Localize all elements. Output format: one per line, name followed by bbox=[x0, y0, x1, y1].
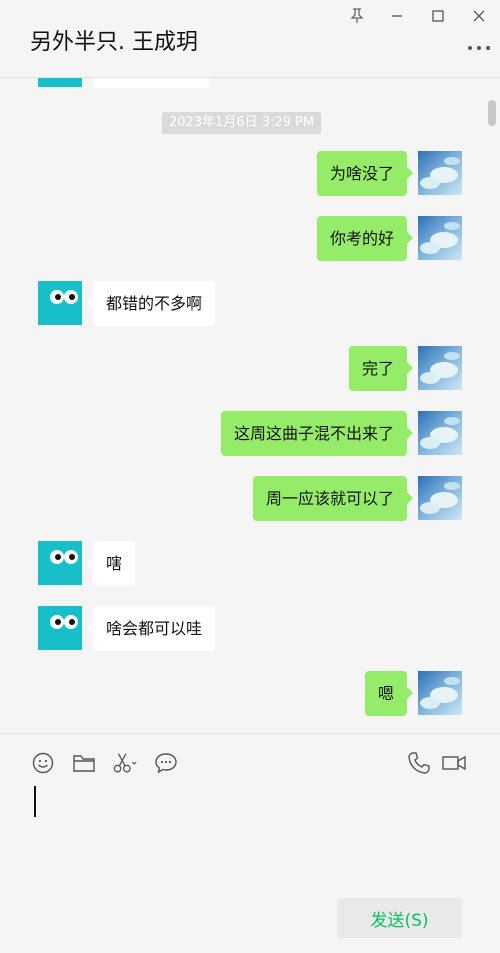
self-avatar[interactable] bbox=[418, 216, 462, 260]
message-bubble-self[interactable]: 这周这曲子混不出来了 bbox=[220, 411, 414, 456]
contact-avatar[interactable] bbox=[38, 281, 82, 325]
message-list[interactable]: 2023年1月6日 3:29 PM 为啥没了 你考的好 都错的不多啊 完了 这周… bbox=[0, 78, 500, 733]
emoji-icon[interactable] bbox=[30, 750, 56, 776]
folder-icon[interactable] bbox=[71, 750, 97, 776]
message-row: 周一应该就可以了 bbox=[0, 476, 500, 521]
minimize-icon[interactable] bbox=[383, 4, 411, 28]
message-bubble-self[interactable]: 周一应该就可以了 bbox=[252, 476, 414, 521]
chat-header: 另外半只. 王成玥 bbox=[0, 0, 500, 78]
message-row: 啥会都可以哇 bbox=[0, 606, 500, 651]
message-row: 嗯 bbox=[0, 671, 500, 716]
video-icon[interactable] bbox=[441, 750, 467, 776]
message-row: 嗐 bbox=[0, 541, 500, 586]
text-caret bbox=[34, 786, 36, 817]
chat-title: 另外半只. 王成玥 bbox=[30, 30, 198, 55]
message-row: 都错的不多啊 bbox=[0, 281, 500, 326]
message-bubble-partial bbox=[93, 78, 209, 88]
message-bubble-self[interactable]: 你考的好 bbox=[316, 216, 414, 261]
self-avatar[interactable] bbox=[418, 346, 462, 390]
self-avatar[interactable] bbox=[418, 476, 462, 520]
message-bubble-self[interactable]: 完了 bbox=[348, 346, 414, 391]
message-row: 这周这曲子混不出来了 bbox=[0, 411, 500, 456]
self-avatar[interactable] bbox=[418, 671, 462, 715]
message-bubble-other[interactable]: 都错的不多啊 bbox=[86, 281, 216, 326]
message-bubble-other[interactable]: 啥会都可以哇 bbox=[86, 606, 216, 651]
more-options-icon[interactable] bbox=[468, 40, 490, 56]
phone-icon[interactable] bbox=[406, 750, 432, 776]
message-bubble-self[interactable]: 为啥没了 bbox=[316, 151, 414, 196]
message-row: 为啥没了 bbox=[0, 151, 500, 196]
message-input[interactable] bbox=[0, 780, 500, 890]
contact-avatar[interactable] bbox=[38, 78, 82, 87]
close-icon[interactable] bbox=[465, 4, 493, 28]
scrollbar-thumb[interactable] bbox=[488, 100, 496, 126]
chat-history-icon[interactable] bbox=[153, 750, 179, 776]
maximize-icon[interactable] bbox=[424, 4, 452, 28]
message-bubble-self[interactable]: 嗯 bbox=[364, 671, 414, 716]
pin-icon[interactable] bbox=[343, 4, 371, 28]
contact-avatar[interactable] bbox=[38, 606, 82, 650]
contact-avatar[interactable] bbox=[38, 541, 82, 585]
scissors-icon[interactable] bbox=[112, 750, 138, 776]
message-row: 完了 bbox=[0, 346, 500, 391]
message-timestamp: 2023年1月6日 3:29 PM bbox=[162, 112, 322, 134]
send-button[interactable]: 发送(S) bbox=[337, 898, 462, 938]
message-bubble-other[interactable]: 嗐 bbox=[86, 541, 136, 586]
self-avatar[interactable] bbox=[418, 151, 462, 195]
message-row: 你考的好 bbox=[0, 216, 500, 261]
self-avatar[interactable] bbox=[418, 411, 462, 455]
